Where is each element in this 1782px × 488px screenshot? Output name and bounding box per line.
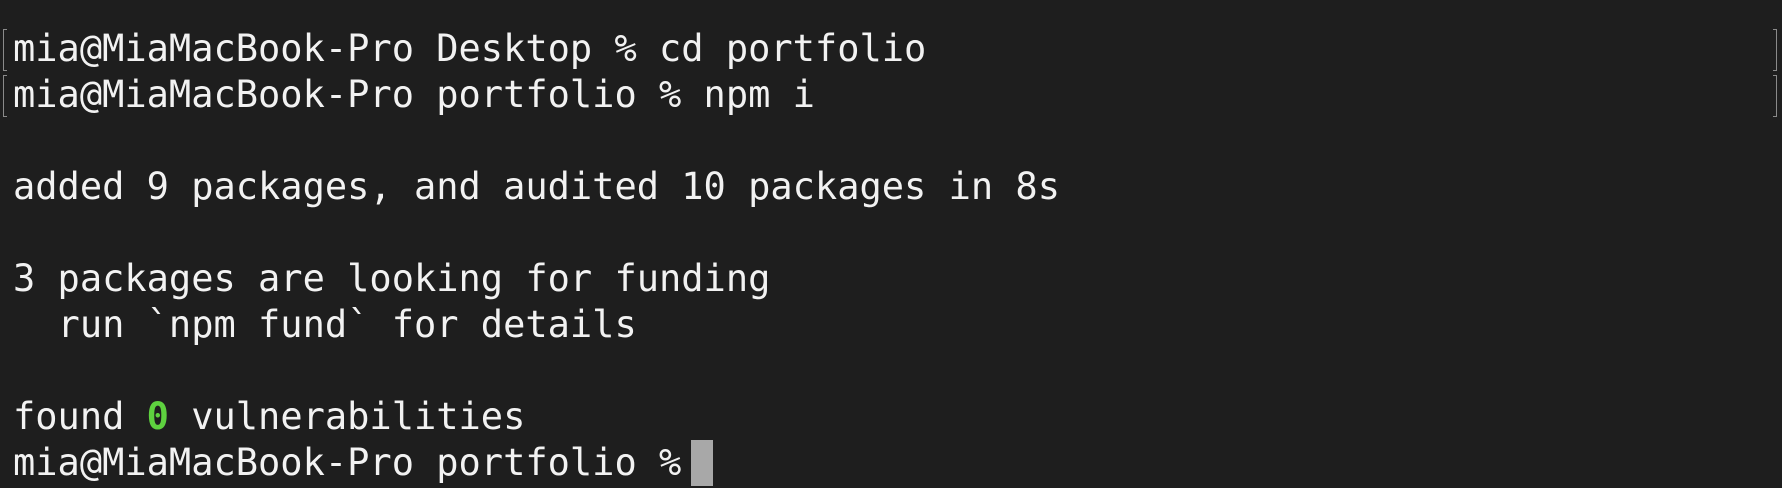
output-added-packages: added 9 packages, and audited 10 package… (13, 165, 1060, 208)
command-mark-right (1773, 29, 1777, 71)
prompt-line[interactable]: mia@MiaMacBook-Pro portfolio % (13, 440, 714, 486)
output-funding: 3 packages are looking for funding (13, 257, 771, 300)
text-cursor[interactable] (691, 440, 714, 486)
shell-prompt: mia@MiaMacBook-Pro portfolio % (13, 441, 682, 484)
command-mark-left (3, 75, 7, 117)
found-suffix: vulnerabilities (168, 395, 526, 438)
output-fund-hint: run `npm fund` for details (13, 303, 637, 346)
vulnerability-count: 0 (146, 395, 169, 438)
found-prefix: found (13, 395, 147, 438)
command-mark-left (3, 29, 7, 71)
output-vulnerabilities: found 0 vulnerabilities (13, 394, 525, 440)
command-line-npm-install: mia@MiaMacBook-Pro portfolio % npm i (13, 73, 815, 116)
command-mark-right (1773, 75, 1777, 117)
terminal-window[interactable]: mia@MiaMacBook-Pro Desktop % cd portfoli… (0, 0, 1782, 488)
command-line-cd: mia@MiaMacBook-Pro Desktop % cd portfoli… (13, 27, 927, 70)
